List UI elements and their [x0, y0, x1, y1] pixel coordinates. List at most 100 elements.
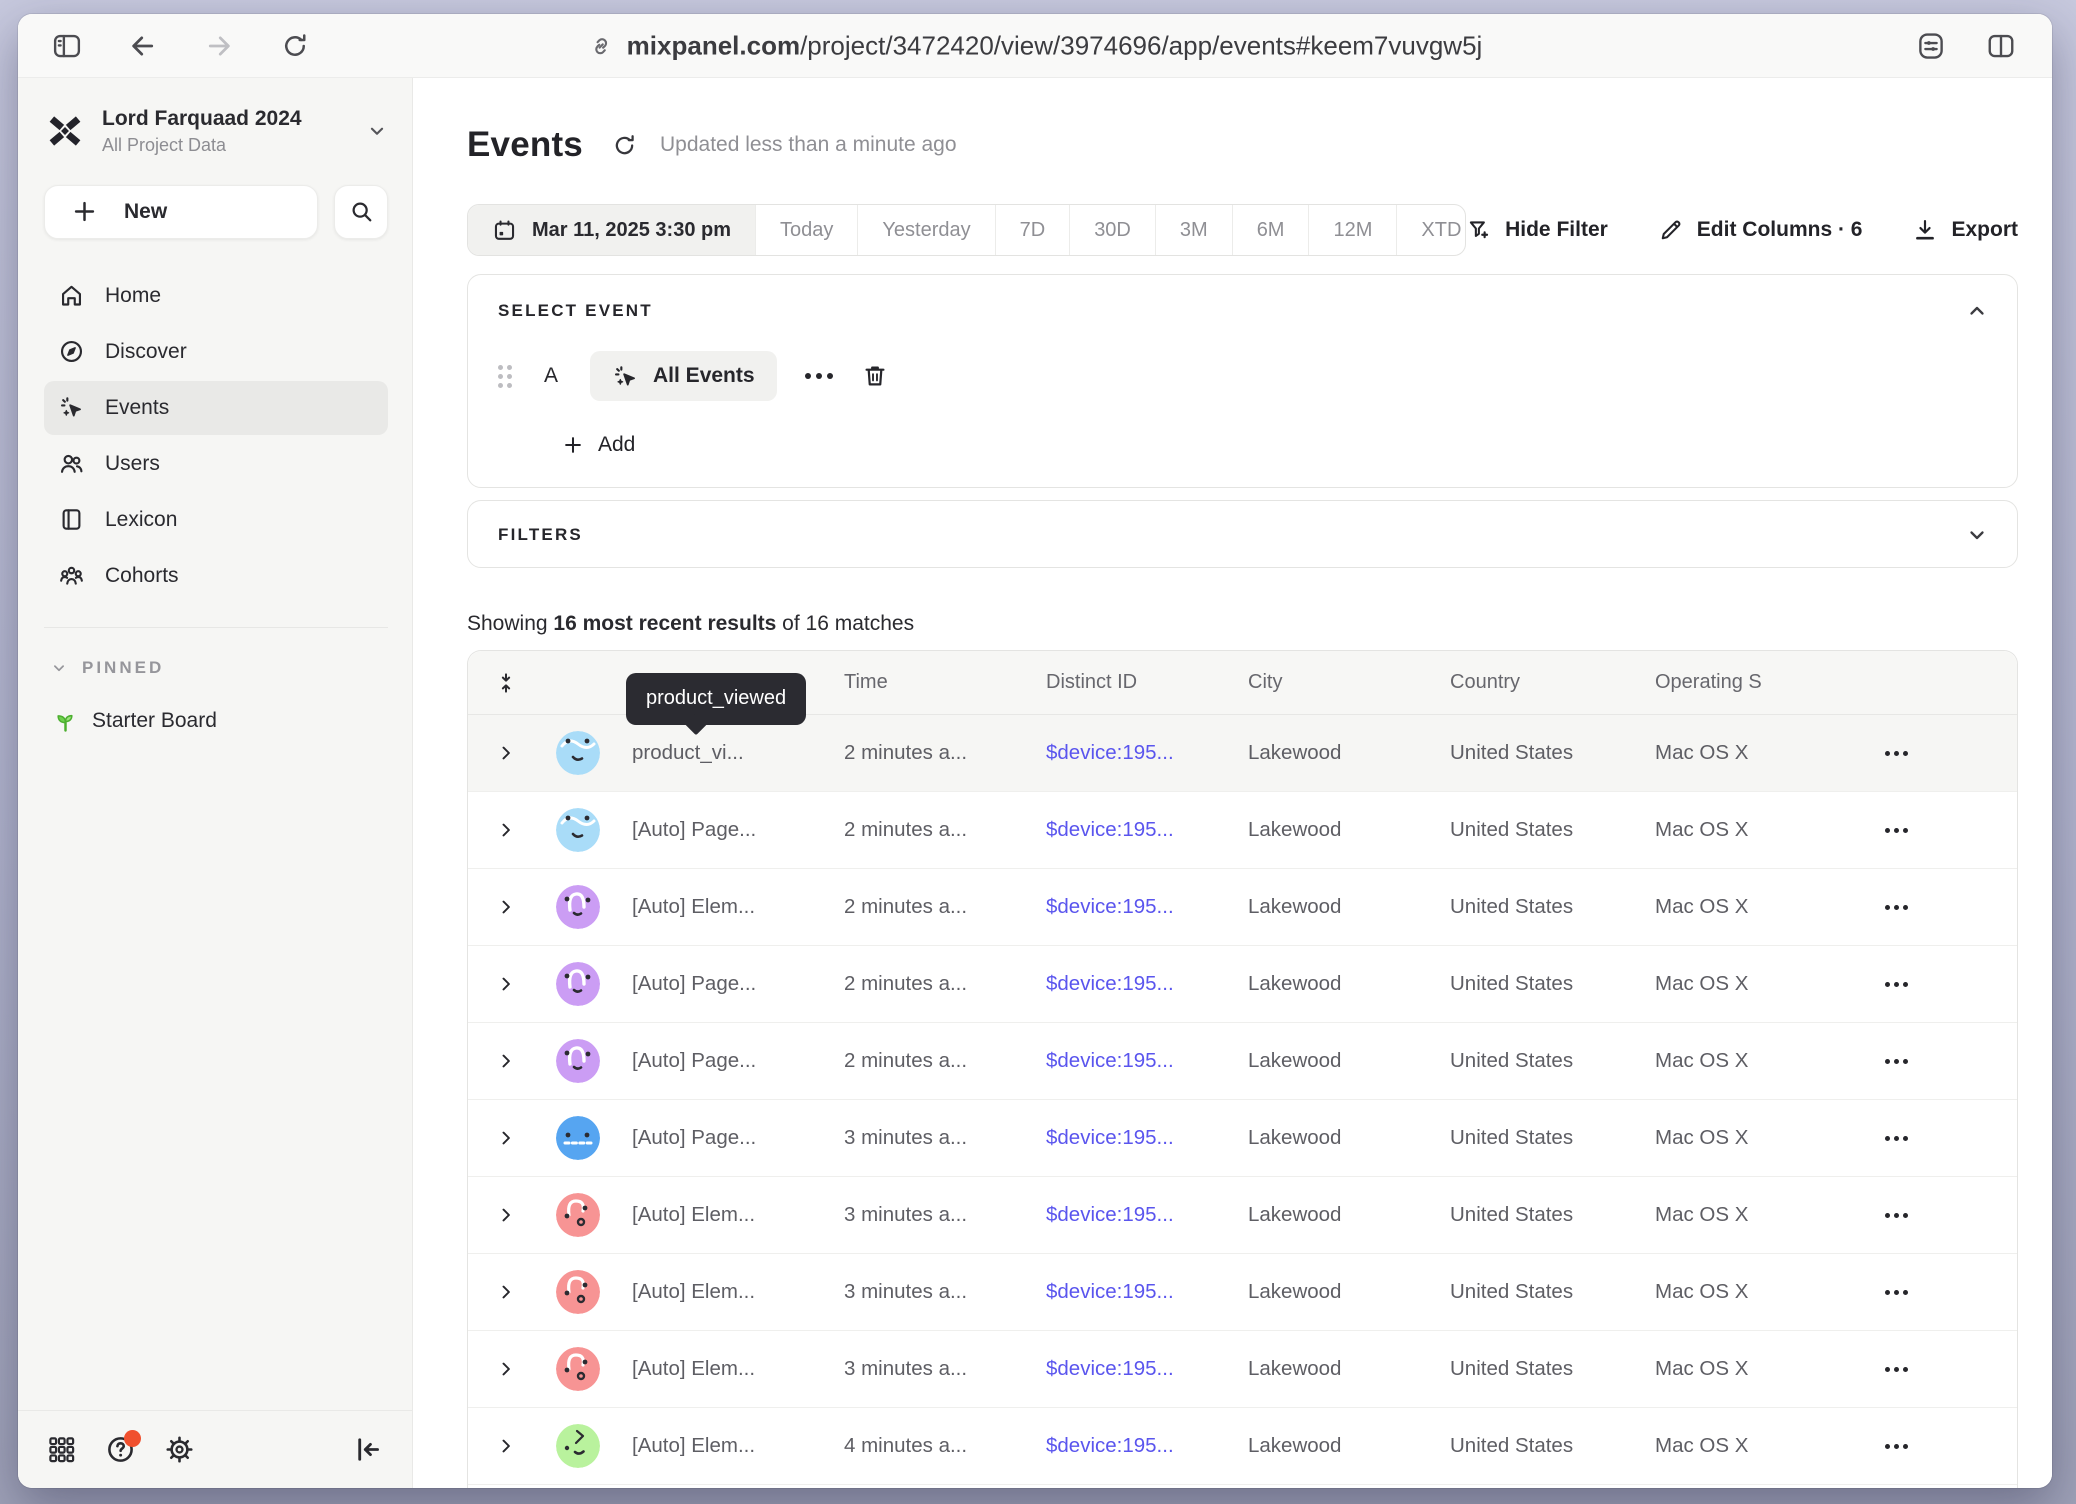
row-menu-cell — [1837, 1205, 2017, 1226]
table-row[interactable]: [Auto] Page...3 minutes a...$device:195.… — [468, 1100, 2017, 1177]
table-row[interactable]: [Auto] Elem...3 minutes a...$device:195.… — [468, 1331, 2017, 1408]
sidebar-item-cohorts[interactable]: Cohorts — [44, 549, 388, 603]
event-row-letter: A — [544, 364, 558, 388]
range-3m[interactable]: 3M — [1156, 205, 1233, 255]
chevron-right-icon — [496, 1359, 516, 1379]
row-more-button[interactable] — [1881, 1359, 2017, 1380]
reload-icon[interactable] — [280, 31, 310, 61]
page-settings-icon[interactable] — [1916, 31, 1946, 61]
expand-row-button[interactable] — [468, 1051, 544, 1071]
distinct-id-link[interactable]: $device:195... — [1026, 741, 1228, 765]
project-subtitle: All Project Data — [102, 135, 302, 157]
range-7d[interactable]: 7D — [996, 205, 1071, 255]
column-header[interactable]: City — [1228, 671, 1430, 694]
help-button[interactable] — [105, 1434, 136, 1465]
expand-row-button[interactable] — [468, 1282, 544, 1302]
row-more-button[interactable] — [1881, 820, 2017, 841]
expand-row-button[interactable] — [468, 1436, 544, 1456]
column-header[interactable]: Operating S — [1635, 671, 1837, 694]
distinct-id-link[interactable]: $device:195... — [1026, 972, 1228, 996]
add-event-button[interactable]: Add — [562, 433, 1987, 457]
range-yesterday[interactable]: Yesterday — [858, 205, 995, 255]
row-more-button[interactable] — [1881, 743, 2017, 764]
row-menu-cell — [1837, 974, 2017, 995]
expand-row-button[interactable] — [468, 974, 544, 994]
split-view-icon[interactable] — [1986, 31, 2016, 61]
row-more-button[interactable] — [1881, 1205, 2017, 1226]
range-xtd[interactable]: XTD — [1397, 205, 1466, 255]
distinct-id-link[interactable]: $device:195... — [1026, 1357, 1228, 1381]
trash-icon[interactable] — [861, 362, 889, 390]
table-row[interactable]: [Auto] Page...2 minutes a...$device:195.… — [468, 792, 2017, 869]
expand-row-button[interactable] — [468, 1128, 544, 1148]
chevron-up-icon[interactable] — [1965, 299, 1989, 323]
drag-handle[interactable] — [498, 365, 512, 388]
expand-row-button[interactable] — [468, 897, 544, 917]
apps-grid-icon[interactable] — [46, 1434, 77, 1465]
pinned-item[interactable]: Starter Board — [44, 708, 388, 735]
address-bar[interactable]: mixpanel.com/project/3472420/view/397469… — [588, 30, 1483, 61]
hide-filter-button[interactable]: Hide Filter — [1466, 217, 1608, 243]
sidebar-item-users[interactable]: Users — [44, 437, 388, 491]
sidebar-item-discover[interactable]: Discover — [44, 325, 388, 379]
expand-row-button[interactable] — [468, 1205, 544, 1225]
column-header[interactable]: Country — [1430, 671, 1635, 694]
row-more-button[interactable] — [1881, 897, 2017, 918]
range-30d[interactable]: 30D — [1070, 205, 1156, 255]
table-row[interactable]: [Auto] Elem...3 minutes a...$device:195.… — [468, 1177, 2017, 1254]
row-more-button[interactable] — [1881, 1051, 2017, 1072]
table-row[interactable]: [Auto] Page...2 minutes a...$device:195.… — [468, 946, 2017, 1023]
column-header[interactable]: Time — [824, 671, 1026, 694]
forward-arrow-icon[interactable] — [204, 31, 234, 61]
expand-row-button[interactable] — [468, 1359, 544, 1379]
event-selector[interactable]: All Events — [590, 351, 777, 401]
chevron-down-icon[interactable] — [366, 120, 388, 142]
gear-icon[interactable] — [164, 1434, 195, 1465]
column-header[interactable]: Distinct ID — [1026, 671, 1228, 694]
refresh-icon[interactable] — [611, 132, 638, 159]
country-cell: United States — [1430, 1280, 1635, 1304]
distinct-id-link[interactable]: $device:195... — [1026, 1203, 1228, 1227]
distinct-id-link[interactable]: $device:195... — [1026, 1126, 1228, 1150]
export-button[interactable]: Export — [1912, 217, 2018, 243]
row-more-button[interactable] — [1881, 1282, 2017, 1303]
sidebar-item-home[interactable]: Home — [44, 269, 388, 323]
mixpanel-logo — [44, 110, 86, 152]
table-row[interactable]: [Auto] Elem...4 minutes a...$device:195.… — [468, 1408, 2017, 1485]
event-options-button[interactable] — [799, 365, 839, 387]
table-row[interactable]: [Auto] Elem...3 minutes a...$device:195.… — [468, 1254, 2017, 1331]
table-row[interactable]: [Auto] Elem...4 minutes a...$device:195.… — [468, 1485, 2017, 1488]
row-more-button[interactable] — [1881, 1128, 2017, 1149]
date-toolbar: Mar 11, 2025 3:30 pm TodayYesterday7D30D… — [467, 204, 2018, 256]
distinct-id-link[interactable]: $device:195... — [1026, 818, 1228, 842]
city-cell: Lakewood — [1228, 1280, 1430, 1304]
distinct-id-link[interactable]: $device:195... — [1026, 895, 1228, 919]
search-button[interactable] — [334, 185, 388, 239]
chevron-down-icon[interactable] — [1965, 523, 1989, 547]
back-arrow-icon[interactable] — [128, 31, 158, 61]
expand-row-button[interactable] — [468, 820, 544, 840]
range-today[interactable]: Today — [756, 205, 858, 255]
time-cell: 3 minutes a... — [824, 1126, 1026, 1150]
sidebar-item-lexicon[interactable]: Lexicon — [44, 493, 388, 547]
datetime-picker[interactable]: Mar 11, 2025 3:30 pm — [468, 205, 756, 255]
edit-columns-button[interactable]: Edit Columns · 6 — [1658, 217, 1863, 243]
range-6m[interactable]: 6M — [1233, 205, 1310, 255]
collapse-all-rows-button[interactable] — [468, 669, 544, 697]
distinct-id-link[interactable]: $device:195... — [1026, 1434, 1228, 1458]
sidebar-toggle-icon[interactable] — [52, 31, 82, 61]
range-12m[interactable]: 12M — [1309, 205, 1397, 255]
os-cell: Mac OS X — [1635, 741, 1837, 765]
collapse-sidebar-icon[interactable] — [353, 1434, 384, 1465]
new-button[interactable]: New — [44, 185, 318, 239]
distinct-id-link[interactable]: $device:195... — [1026, 1049, 1228, 1073]
project-switcher[interactable]: Lord Farquaad 2024 All Project Data — [44, 106, 388, 157]
sidebar-item-events[interactable]: Events — [44, 381, 388, 435]
table-row[interactable]: [Auto] Page...2 minutes a...$device:195.… — [468, 1023, 2017, 1100]
table-row[interactable]: [Auto] Elem...2 minutes a...$device:195.… — [468, 869, 2017, 946]
pinned-section-header[interactable]: PINNED — [44, 658, 388, 678]
distinct-id-link[interactable]: $device:195... — [1026, 1280, 1228, 1304]
row-more-button[interactable] — [1881, 974, 2017, 995]
expand-row-button[interactable] — [468, 743, 544, 763]
row-more-button[interactable] — [1881, 1436, 2017, 1457]
